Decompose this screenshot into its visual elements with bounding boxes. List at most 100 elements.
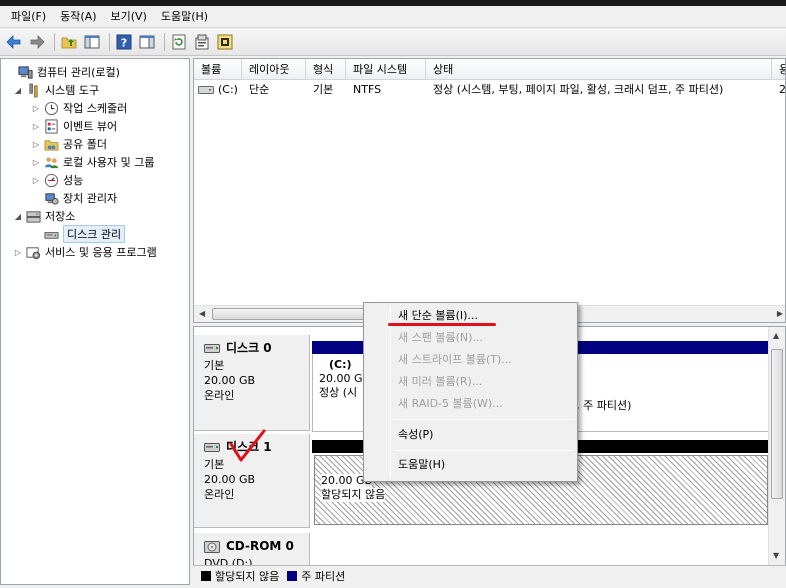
rescan-disks-button[interactable] — [215, 32, 235, 52]
event-viewer-icon — [43, 118, 59, 134]
tree-item-label: 저장소 — [45, 210, 76, 223]
help-icon: ? — [116, 34, 132, 50]
up-folder-icon — [61, 37, 77, 49]
tree-item-disk-management[interactable]: 디스크 관리 — [31, 225, 126, 243]
tree-item-system-tools[interactable]: ◢ 시스템 도구 — [13, 81, 99, 99]
rescan-disks-icon — [217, 34, 233, 50]
tree-expander[interactable]: ▷ — [13, 248, 23, 257]
toolbar-separator — [54, 33, 55, 51]
properties-icon — [195, 34, 209, 50]
back-button[interactable] — [4, 32, 24, 52]
clock-icon — [43, 100, 59, 116]
capacity-cell: 2 — [779, 83, 786, 96]
shared-folder-icon — [43, 136, 59, 152]
red-checkmark-annotation — [229, 429, 266, 462]
tree-item-performance[interactable]: ▷ 성능 — [31, 171, 83, 189]
scroll-thumb[interactable] — [771, 349, 783, 499]
back-icon — [6, 35, 21, 49]
forward-icon — [30, 35, 45, 49]
column-header-volume[interactable]: 볼륨 — [194, 59, 242, 80]
device-manager-icon — [43, 190, 59, 206]
tree-item-services-apps[interactable]: ▷ 서비스 및 응용 프로그램 — [13, 243, 157, 261]
users-icon — [43, 154, 59, 170]
tree-expander[interactable]: ◢ — [13, 212, 23, 221]
help-button[interactable]: ? — [114, 32, 134, 52]
tree-expander[interactable]: ◢ — [13, 86, 23, 95]
disk-0-kind: 기본 — [204, 359, 225, 372]
disk-1-state: 온라인 — [204, 488, 235, 501]
column-header-filesystem[interactable]: 파일 시스템 — [346, 59, 426, 80]
menu-action[interactable]: 동작(A) — [53, 7, 103, 27]
disk-icon — [204, 344, 220, 353]
scroll-up-icon[interactable]: ▲ — [773, 331, 779, 340]
up-button[interactable] — [59, 32, 79, 52]
tree-item-label: 디스크 관리 — [63, 225, 126, 243]
tree-item-label: 로컬 사용자 및 그룹 — [63, 156, 155, 169]
menu-separator — [394, 419, 574, 420]
menu-help[interactable]: 도움말(H) — [154, 7, 215, 27]
services-icon — [25, 244, 41, 260]
menu-new-striped-volume[interactable]: 새 스트라이프 볼륨(T)... — [366, 349, 575, 371]
column-header-capacity[interactable]: 용 — [772, 59, 785, 80]
context-menu: 새 단순 볼륨(I)... 새 스팬 볼륨(N)... 새 스트라이프 볼륨(T… — [363, 302, 578, 482]
menu-new-mirrored-volume[interactable]: 새 미러 볼륨(R)... — [366, 371, 575, 393]
toolbar-separator — [109, 33, 110, 51]
refresh-button[interactable] — [169, 32, 189, 52]
tree-item-label: 컴퓨터 관리(로컬) — [37, 66, 120, 79]
tree-expander[interactable]: ▷ — [31, 158, 41, 167]
unallocated-swatch — [201, 570, 211, 581]
disk-management-icon — [43, 226, 59, 242]
tree-item-label: 성능 — [63, 174, 84, 187]
show-hide-tree-button[interactable] — [82, 32, 102, 52]
tree-item-storage[interactable]: ◢ 저장소 — [13, 207, 75, 225]
system-tools-icon — [25, 82, 41, 98]
vertical-scrollbar[interactable]: ▲ ▼ — [768, 327, 785, 584]
svg-text:?: ? — [121, 37, 127, 50]
column-header-status[interactable]: 상태 — [426, 59, 772, 80]
menu-help-item[interactable]: 도움말(H) — [366, 454, 575, 476]
tree-item-label: 시스템 도구 — [45, 84, 100, 97]
volume-name: (C:) — [218, 83, 238, 96]
menu-view[interactable]: 보기(V) — [104, 7, 154, 27]
legend-unallocated: 할당되지 않음 — [215, 569, 280, 583]
menu-file[interactable]: 파일(F) — [4, 7, 53, 27]
column-header-type[interactable]: 형식 — [306, 59, 346, 80]
scroll-right-icon[interactable]: ▶ — [777, 309, 783, 318]
scroll-thumb[interactable] — [212, 308, 382, 320]
volume-list: 볼륨 레이아웃 형식 파일 시스템 상태 용 (C:) 단순 기본 NTFS 정… — [193, 58, 786, 323]
computer-management-icon — [17, 64, 33, 80]
tree-expander[interactable]: ▷ — [31, 140, 41, 149]
navigation-tree: 컴퓨터 관리(로컬) ◢ 시스템 도구 ▷ 작업 스케줄러 ▷ 이벤트 뷰어 ▷… — [0, 58, 190, 585]
tree-item-device-manager[interactable]: 장치 관리자 — [31, 189, 117, 207]
show-action-pane-button[interactable] — [137, 32, 157, 52]
disk-0-name: 디스크 0 — [204, 341, 309, 356]
partition-status: 할당되지 않음 — [321, 488, 386, 502]
menu-new-spanned-volume[interactable]: 새 스팬 볼륨(N)... — [366, 327, 575, 349]
tree-item-local-users[interactable]: ▷ 로컬 사용자 및 그룹 — [31, 153, 155, 171]
filesystem-cell: NTFS — [353, 83, 382, 96]
menu-new-raid5-volume[interactable]: 새 RAID-5 볼륨(W)... — [366, 393, 575, 415]
tree-expander[interactable]: ▷ — [31, 104, 41, 113]
tree-item-label: 작업 스케줄러 — [63, 102, 128, 115]
table-row[interactable]: (C:) 단순 기본 NTFS 정상 (시스템, 부팅, 페이지 파일, 활성,… — [194, 81, 786, 99]
cdrom-icon — [204, 540, 220, 553]
tree-item-computer-management[interactable]: 컴퓨터 관리(로컬) — [5, 63, 120, 81]
tree-item-label: 공유 폴더 — [63, 138, 107, 151]
disk-0-label[interactable]: 디스크 0 기본 20.00 GB 온라인 — [194, 335, 310, 431]
tree-expander[interactable]: ▷ — [31, 176, 41, 185]
menu-properties[interactable]: 속성(P) — [366, 424, 575, 446]
tree-item-shared-folders[interactable]: ▷ 공유 폴더 — [31, 135, 107, 153]
legend-primary-partition: 주 파티션 — [301, 569, 346, 583]
tree-expander[interactable]: ▷ — [31, 122, 41, 131]
forward-button[interactable] — [27, 32, 47, 52]
scroll-left-icon[interactable]: ◀ — [199, 309, 205, 318]
column-header-layout[interactable]: 레이아웃 — [242, 59, 306, 80]
disk-0-state: 온라인 — [204, 389, 235, 402]
tree-item-task-scheduler[interactable]: ▷ 작업 스케줄러 — [31, 99, 127, 117]
properties-button[interactable] — [192, 32, 212, 52]
drive-icon — [198, 86, 214, 94]
disk-icon — [204, 443, 220, 452]
scroll-down-icon[interactable]: ▼ — [773, 551, 779, 560]
layout-cell: 단순 — [249, 83, 270, 96]
tree-item-event-viewer[interactable]: ▷ 이벤트 뷰어 — [31, 117, 117, 135]
